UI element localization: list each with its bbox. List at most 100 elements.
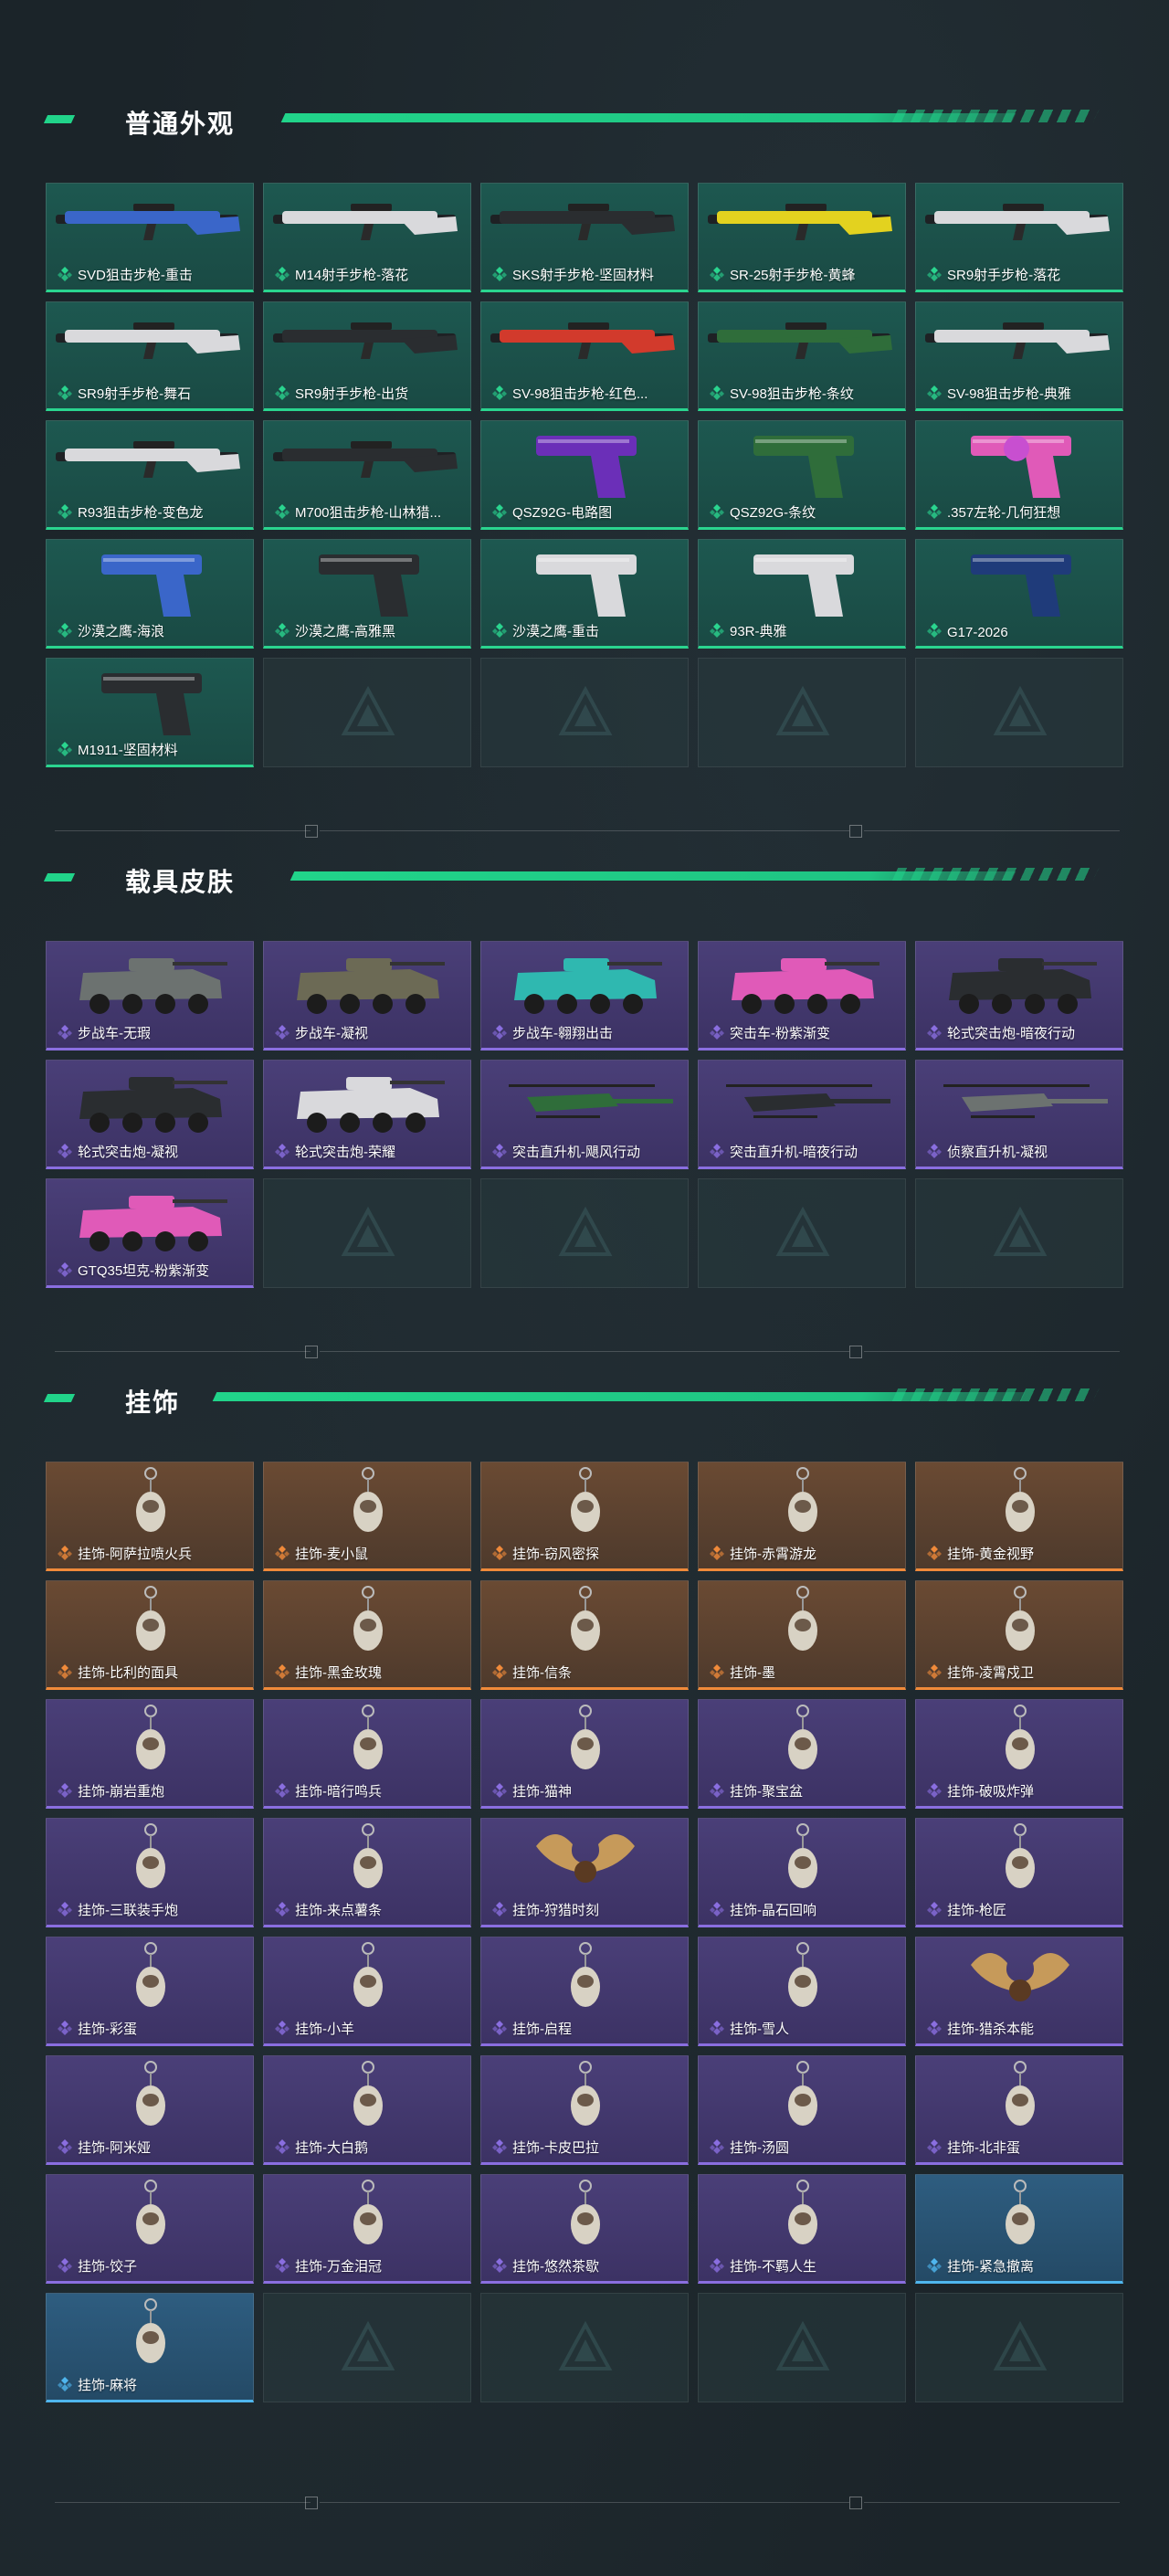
item-card[interactable]: SV-98狙击步枪-典雅 — [915, 301, 1123, 411]
item-card[interactable]: 轮式突击炮-凝视 — [46, 1060, 254, 1169]
item-label: 挂饰-猫神 — [512, 1784, 572, 1800]
item-card[interactable]: 挂饰-凌霄戍卫 — [915, 1580, 1123, 1690]
rifle-image — [273, 204, 458, 240]
item-card[interactable]: 挂饰-阿米娅 — [46, 2055, 254, 2165]
item-card[interactable]: 挂饰-猎杀本能 — [915, 1937, 1123, 2046]
item-card[interactable]: 突击直升机-飓风行动 — [480, 1060, 689, 1169]
item-label: 挂饰-汤圆 — [730, 2140, 789, 2156]
item-label: 挂饰-大白鹅 — [295, 2140, 368, 2156]
item-card[interactable]: 挂饰-麻将 — [46, 2293, 254, 2402]
item-card[interactable]: 挂饰-墨 — [698, 1580, 906, 1690]
watermark-logo-icon — [341, 2321, 395, 2370]
item-card[interactable]: .357左轮-几何狂想 — [915, 420, 1123, 530]
item-card[interactable]: 挂饰-破吸炸弹 — [915, 1699, 1123, 1809]
item-card[interactable]: 挂饰-悠然茶歇 — [480, 2174, 689, 2284]
item-card[interactable]: SR9射手步枪-舞石 — [46, 301, 254, 411]
item-card[interactable]: 93R-典雅 — [698, 539, 906, 649]
item-label: SKS射手步枪-坚固材料 — [512, 268, 655, 283]
item-card[interactable]: SV-98狙击步枪-条纹 — [698, 301, 906, 411]
item-card[interactable]: M700狙击步枪-山林猎... — [263, 420, 471, 530]
item-card[interactable]: 挂饰-崩岩重炮 — [46, 1699, 254, 1809]
item-label: 挂饰-阿米娅 — [78, 2140, 151, 2156]
item-card[interactable]: 挂饰-紧急撤离 — [915, 2174, 1123, 2284]
item-card[interactable]: 挂饰-信条 — [480, 1580, 689, 1690]
watermark-logo-icon — [558, 2321, 613, 2370]
item-card[interactable]: 挂饰-小羊 — [263, 1937, 471, 2046]
item-card[interactable]: G17-2026 — [915, 539, 1123, 649]
item-card[interactable]: 挂饰-万金泪冠 — [263, 2174, 471, 2284]
antler-image — [536, 1833, 635, 1883]
item-card[interactable]: 挂饰-卡皮巴拉 — [480, 2055, 689, 2165]
item-card[interactable]: 挂饰-阿萨拉喷火兵 — [46, 1462, 254, 1571]
item-card[interactable]: 挂饰-狩猎时刻 — [480, 1818, 689, 1927]
rarity-diamond-icon — [710, 267, 724, 281]
rarity-diamond-icon — [710, 2258, 724, 2273]
item-card[interactable]: 突击车-粉紫渐变 — [698, 941, 906, 1050]
item-card[interactable]: 挂饰-黑金玫瑰 — [263, 1580, 471, 1690]
charm-image — [353, 1705, 383, 1769]
item-card[interactable]: 挂饰-启程 — [480, 1937, 689, 2046]
item-card[interactable]: 沙漠之鹰-海浪 — [46, 539, 254, 649]
item-card[interactable]: 挂饰-黄金视野 — [915, 1462, 1123, 1571]
charm-image — [1006, 1705, 1035, 1769]
item-label: SV-98狙击步枪-条纹 — [730, 386, 854, 402]
item-card[interactable]: 挂饰-来点薯条 — [263, 1818, 471, 1927]
item-grid: 步战车-无瑕 步战车-凝视 步战车-翱翔出击 突击车-粉紫渐变 轮式突击炮-暗夜行动轮式… — [46, 941, 1123, 1288]
item-card[interactable]: SKS射手步枪-坚固材料 — [480, 183, 689, 292]
item-card[interactable]: SR-25射手步枪-黄蜂 — [698, 183, 906, 292]
section-3: 挂饰 挂饰-阿萨拉喷火兵 挂饰-麦小鼠 挂饰-窃风密探 挂饰-赤霄游龙 挂饰-黄金视野 挂饰… — [0, 1379, 1169, 2402]
watermark-logo-icon — [775, 2321, 830, 2370]
separator-line — [864, 830, 1120, 831]
item-card[interactable]: 挂饰-彩蛋 — [46, 1937, 254, 2046]
item-card[interactable]: 挂饰-北非蛋 — [915, 2055, 1123, 2165]
item-card[interactable]: 轮式突击炮-暗夜行动 — [915, 941, 1123, 1050]
item-card[interactable]: 挂饰-大白鹅 — [263, 2055, 471, 2165]
rarity-diamond-icon — [710, 1664, 724, 1679]
item-card[interactable]: 轮式突击炮-荣耀 — [263, 1060, 471, 1169]
empty-slot — [915, 1178, 1123, 1288]
item-card[interactable]: 挂饰-不羁人生 — [698, 2174, 906, 2284]
item-card[interactable]: 挂饰-枪匠 — [915, 1818, 1123, 1927]
item-card[interactable]: 步战车-凝视 — [263, 941, 471, 1050]
item-card[interactable]: 挂饰-赤霄游龙 — [698, 1462, 906, 1571]
item-card[interactable]: 挂饰-雪人 — [698, 1937, 906, 2046]
item-card[interactable]: QSZ92G-电路图 — [480, 420, 689, 530]
item-card[interactable]: SR9射手步枪-出货 — [263, 301, 471, 411]
item-card[interactable]: SVD狙击步枪-重击 — [46, 183, 254, 292]
item-label: SR9射手步枪-出货 — [295, 386, 409, 402]
charm-image — [136, 1467, 165, 1532]
rarity-diamond-icon — [58, 623, 72, 638]
item-card[interactable]: 挂饰-比利的面具 — [46, 1580, 254, 1690]
item-card[interactable]: 挂饰-汤圆 — [698, 2055, 906, 2165]
item-card[interactable]: QSZ92G-条纹 — [698, 420, 906, 530]
item-card[interactable]: 沙漠之鹰-重击 — [480, 539, 689, 649]
item-card[interactable]: 侦察直升机-凝视 — [915, 1060, 1123, 1169]
item-card[interactable]: 沙漠之鹰-高雅黑 — [263, 539, 471, 649]
item-card[interactable]: 突击直升机-暗夜行动 — [698, 1060, 906, 1169]
charm-image — [788, 1942, 817, 2007]
item-card[interactable]: 挂饰-晶石回响 — [698, 1818, 906, 1927]
item-card[interactable]: 挂饰-窃风密探 — [480, 1462, 689, 1571]
item-card[interactable]: 挂饰-三联装手炮 — [46, 1818, 254, 1927]
item-card[interactable]: 挂饰-饺子 — [46, 2174, 254, 2284]
tank-image — [949, 958, 1097, 1014]
item-card[interactable]: 步战车-无瑕 — [46, 941, 254, 1050]
item-card[interactable]: M14射手步枪-落花 — [263, 183, 471, 292]
item-card[interactable]: 挂饰-麦小鼠 — [263, 1462, 471, 1571]
charm-image — [136, 2061, 165, 2126]
rarity-diamond-icon — [58, 2258, 72, 2273]
charm-image — [353, 1467, 383, 1532]
item-card[interactable]: R93狙击步枪-变色龙 — [46, 420, 254, 530]
charm-image — [136, 1942, 165, 2007]
item-card[interactable]: GTQ35坦克-粉紫渐变 — [46, 1178, 254, 1288]
item-card[interactable]: SR9射手步枪-落花 — [915, 183, 1123, 292]
item-card[interactable]: 步战车-翱翔出击 — [480, 941, 689, 1050]
item-card[interactable]: SV-98狙击步枪-红色... — [480, 301, 689, 411]
item-card[interactable]: 挂饰-猫神 — [480, 1699, 689, 1809]
section-title: 普通外观 — [125, 109, 236, 139]
rarity-diamond-icon — [275, 1902, 290, 1916]
item-card[interactable]: M1911-坚固材料 — [46, 658, 254, 767]
rarity-diamond-icon — [492, 2021, 507, 2035]
item-card[interactable]: 挂饰-聚宝盆 — [698, 1699, 906, 1809]
item-card[interactable]: 挂饰-暗行鸣兵 — [263, 1699, 471, 1809]
